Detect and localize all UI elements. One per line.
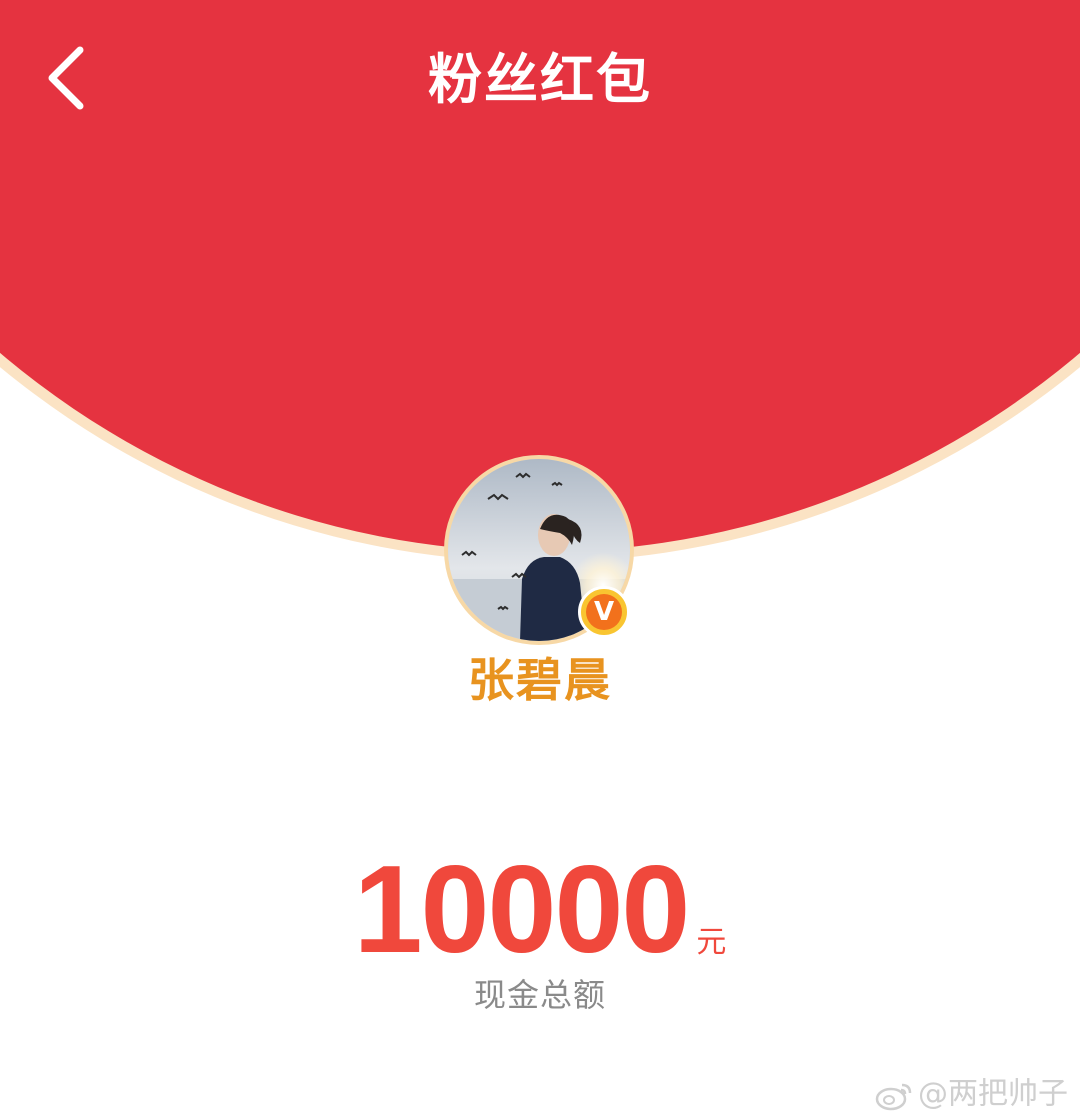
v-badge-icon: V <box>586 594 622 630</box>
page-title: 粉丝红包 <box>428 48 652 111</box>
watermark-text: @两把帅子 <box>918 1076 1068 1112</box>
amount-unit: 元 <box>696 925 727 960</box>
amount-value: 10000 <box>353 841 691 979</box>
sender-name[interactable]: 张碧晨 <box>0 648 1080 712</box>
verified-badge: V <box>578 586 630 638</box>
header: 粉丝红包 <box>0 0 1080 160</box>
amount-caption: 现金总额 <box>473 976 606 1014</box>
weibo-icon <box>875 1083 912 1110</box>
fan-red-packet-screen: 粉丝红包 V 张碧晨 10000 元 现金总额 @两把帅子 <box>0 0 1080 1120</box>
watermark: @两把帅子 <box>874 1074 1068 1114</box>
